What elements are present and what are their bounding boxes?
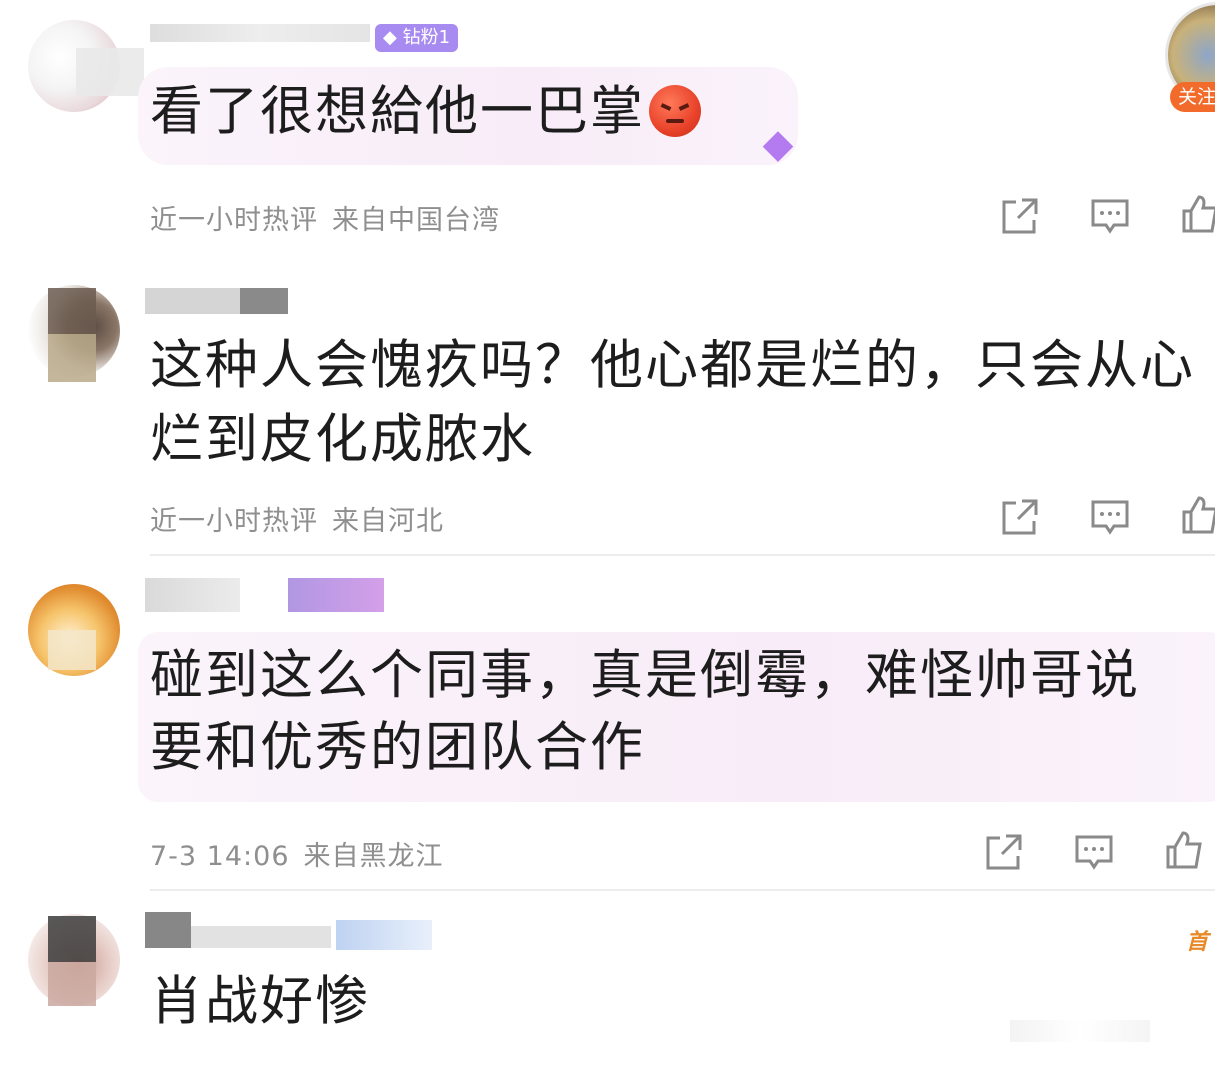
angry-face-emoji-icon: [649, 85, 701, 137]
diamond-icon: ◆: [383, 27, 397, 48]
comment-meta: 近一小时热评 来自河北: [150, 499, 444, 538]
comment-location: 来自河北: [332, 506, 444, 537]
share-icon[interactable]: [1000, 497, 1040, 537]
username-mosaic: [336, 920, 432, 950]
fan-badge-label: 钻粉1: [402, 27, 451, 48]
like-icon[interactable]: [1164, 830, 1204, 870]
comment-time: 近一小时热评: [150, 506, 318, 537]
divider: [150, 889, 1215, 891]
comment-time: 近一小时热评: [150, 205, 318, 236]
comment-text: 看了很想給他一巴掌: [150, 76, 701, 148]
comment-meta: 近一小时热评 来自中国台湾: [150, 198, 500, 237]
fan-badge: ◆ 钻粉1: [375, 24, 459, 52]
username-mosaic: [240, 288, 288, 314]
username-mosaic: [145, 912, 191, 948]
avatar-mosaic: [48, 630, 96, 670]
comment-text-line: 肖战好惨: [150, 971, 370, 1032]
comment-text-line: 这种人会愧疚吗？他心都是烂的，只会从心: [150, 335, 1195, 396]
username-mosaic: [288, 578, 384, 612]
comment-time: 7-3 14:06: [150, 841, 290, 872]
avatar-mosaic: [76, 48, 144, 96]
share-icon[interactable]: [984, 832, 1024, 872]
like-icon[interactable]: [1180, 495, 1215, 535]
follow-button-label: 关注: [1178, 86, 1215, 108]
divider: [150, 554, 1215, 556]
comment-text-line: 烂到皮化成脓水: [150, 409, 535, 470]
comment-icon[interactable]: [1074, 832, 1114, 872]
comment-icon[interactable]: [1090, 497, 1130, 537]
cutoff-row: [1010, 1020, 1150, 1042]
like-icon[interactable]: [1180, 194, 1215, 234]
avatar-mosaic: [48, 962, 96, 1006]
comment-location: 来自中国台湾: [332, 205, 500, 236]
share-icon[interactable]: [1000, 196, 1040, 236]
username-mosaic: [145, 288, 240, 314]
comment-location: 来自黑龙江: [303, 841, 444, 872]
avatar-mosaic: [48, 288, 96, 334]
follow-button[interactable]: 关注: [1170, 82, 1215, 112]
top-comment-badge: 首: [1186, 930, 1209, 955]
comment-icon[interactable]: [1090, 196, 1130, 236]
avatar-mosaic: [48, 334, 96, 382]
comment-text-line: 碰到这么个同事，真是倒霉，难怪帅哥说: [150, 645, 1140, 706]
comment-meta: 7-3 14:06 来自黑龙江: [150, 834, 444, 873]
username-mosaic: [145, 578, 240, 612]
username-mosaic: [150, 24, 370, 42]
avatar-mosaic: [48, 916, 96, 962]
diamond-fan-decoration-icon: ◆: [762, 121, 794, 167]
comment-text-line: 要和优秀的团队合作: [150, 717, 645, 778]
username-mosaic: [191, 926, 331, 948]
